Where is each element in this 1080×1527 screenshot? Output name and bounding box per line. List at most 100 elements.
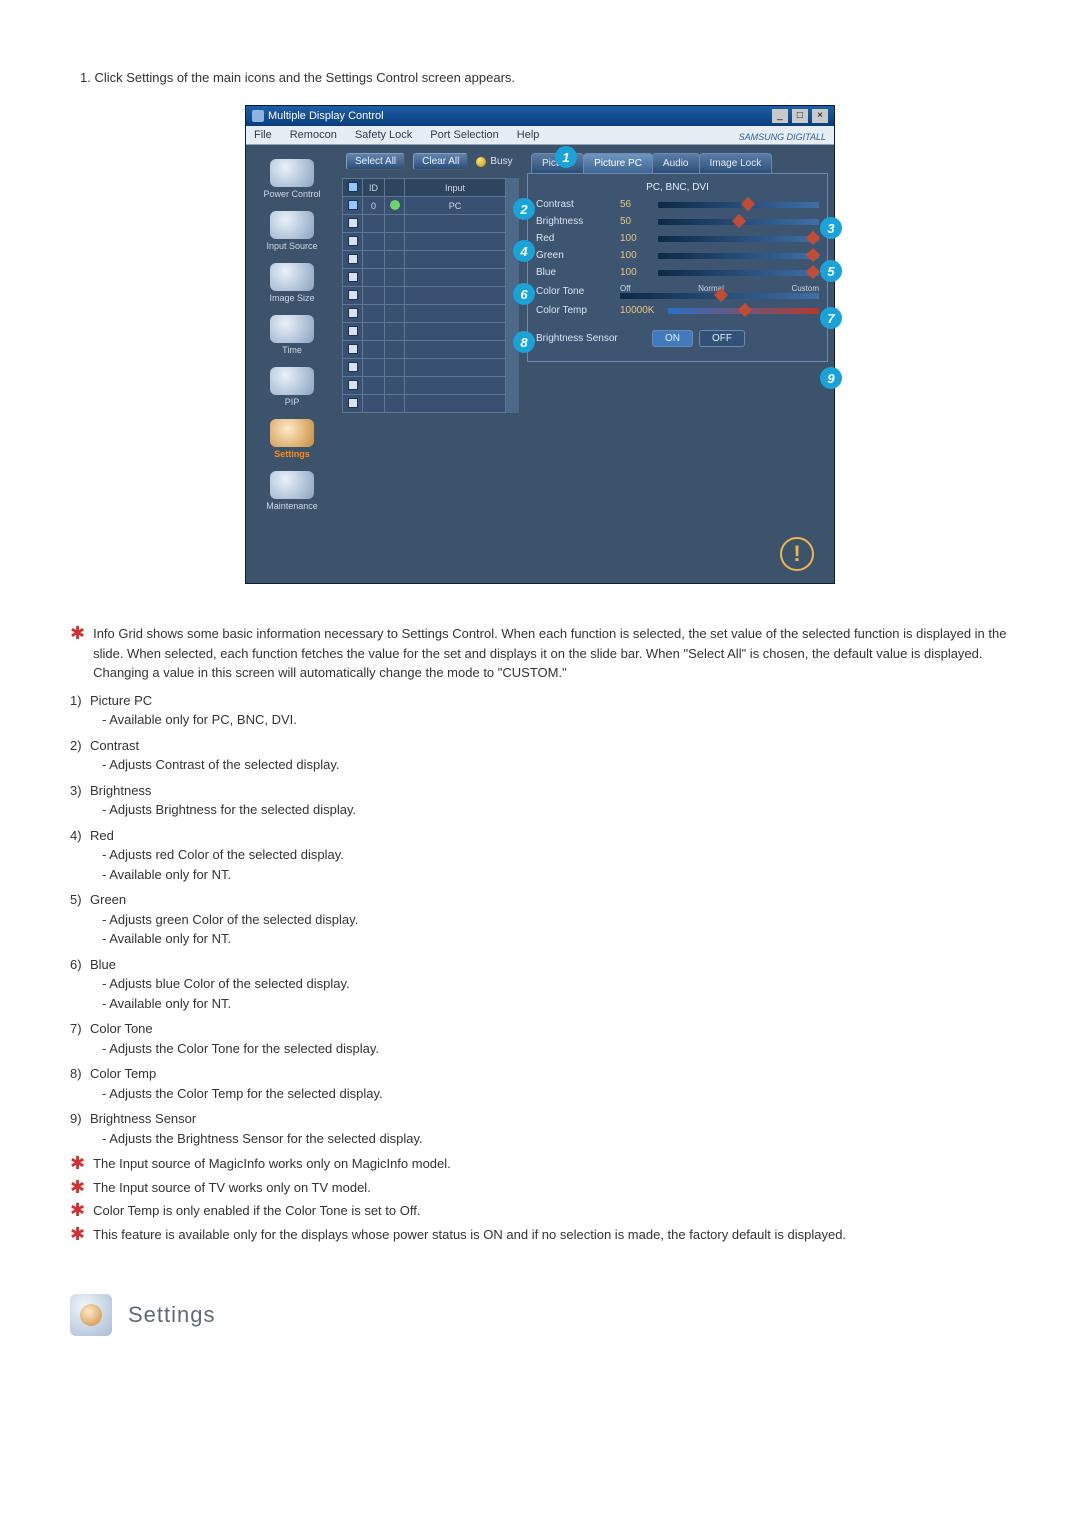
note-star: ✱The Input source of TV works only on TV… <box>70 1178 1010 1198</box>
menu-safety-lock[interactable]: Safety Lock <box>355 129 412 141</box>
row-checkbox[interactable] <box>348 362 358 372</box>
sidebar-item-time[interactable]: Time <box>250 311 334 361</box>
bsensor-label: Brightness Sensor <box>536 333 646 344</box>
panel-subtitle: PC, BNC, DVI <box>536 182 819 193</box>
tone-custom: Custom <box>791 284 819 293</box>
minimize-button[interactable]: _ <box>772 109 788 123</box>
row-checkbox[interactable] <box>348 290 358 300</box>
settings-icon <box>270 419 314 447</box>
table-row[interactable] <box>343 215 506 233</box>
colortemp-slider[interactable] <box>668 308 819 314</box>
red-slider[interactable] <box>658 236 819 242</box>
brand-label: SAMSUNG DIGITALL <box>739 132 826 142</box>
settings-panel: PC, BNC, DVI Contrast 56 Brightness 50 R… <box>527 173 828 362</box>
blue-label: Blue <box>536 267 614 278</box>
contrast-label: Contrast <box>536 199 614 210</box>
close-button[interactable]: × <box>812 109 828 123</box>
row-input: PC <box>405 197 506 215</box>
app-window: Multiple Display Control _ □ × File Remo… <box>245 105 835 584</box>
colortemp-value: 10000K <box>620 305 662 316</box>
notes: ✱ Info Grid shows some basic information… <box>70 624 1010 1244</box>
info-grid: ID Input 0 PC <box>342 178 506 413</box>
tab-audio[interactable]: Audio <box>652 153 700 173</box>
screenshot: Multiple Display Control _ □ × File Remo… <box>70 105 1010 584</box>
callout-5: 5 <box>820 260 842 282</box>
bsensor-off-button[interactable]: OFF <box>699 330 745 347</box>
table-row[interactable] <box>343 233 506 251</box>
row-checkbox[interactable] <box>348 272 358 282</box>
sidebar-item-maintenance[interactable]: Maintenance <box>250 467 334 517</box>
red-value: 100 <box>620 233 652 244</box>
pip-icon <box>270 367 314 395</box>
brightness-row: Brightness 50 <box>536 216 819 227</box>
footer-area: ! <box>246 527 834 583</box>
status-dot-icon <box>390 200 400 210</box>
row-checkbox[interactable] <box>348 326 358 336</box>
time-icon <box>270 315 314 343</box>
intro-step: 1. Click Settings of the main icons and … <box>80 70 1010 85</box>
table-row[interactable] <box>343 269 506 287</box>
bsensor-on-button[interactable]: ON <box>652 330 693 347</box>
row-id: 0 <box>363 197 385 215</box>
table-row[interactable] <box>343 287 506 305</box>
table-row[interactable] <box>343 251 506 269</box>
callout-7: 7 <box>820 307 842 329</box>
row-checkbox[interactable] <box>348 236 358 246</box>
green-slider[interactable] <box>658 253 819 259</box>
table-row[interactable] <box>343 323 506 341</box>
menu-file[interactable]: File <box>254 129 272 141</box>
colortone-row: Color Tone Off Normal Custom <box>536 284 819 299</box>
table-row[interactable] <box>343 395 506 413</box>
sidebar-item-image-size[interactable]: Image Size <box>250 259 334 309</box>
colortemp-label: Color Temp <box>536 305 614 316</box>
row-checkbox[interactable] <box>348 344 358 354</box>
tab-image-lock[interactable]: Image Lock <box>699 153 773 173</box>
brightness-slider[interactable] <box>658 219 819 225</box>
select-all-button[interactable]: Select All <box>346 153 405 170</box>
menu-remocon[interactable]: Remocon <box>290 129 337 141</box>
menu-help[interactable]: Help <box>517 129 540 141</box>
blue-slider[interactable] <box>658 270 819 276</box>
table-row[interactable] <box>343 341 506 359</box>
sidebar-item-settings[interactable]: Settings <box>250 415 334 465</box>
app-body: Power Control Input Source Image Size Ti… <box>246 145 834 527</box>
sidebar-item-pip[interactable]: PIP <box>250 363 334 413</box>
note-star: ✱The Input source of MagicInfo works onl… <box>70 1154 1010 1174</box>
brightness-label: Brightness <box>536 216 614 227</box>
section-title: Settings <box>128 1302 216 1328</box>
feature-list: 1)Picture PC Available only for PC, BNC,… <box>70 691 1010 1149</box>
power-icon <box>270 159 314 187</box>
star-icon: ✱ <box>70 1178 85 1196</box>
red-label: Red <box>536 233 614 244</box>
row-checkbox[interactable] <box>348 380 358 390</box>
clear-all-button[interactable]: Clear All <box>413 153 468 170</box>
col-input: Input <box>405 179 506 197</box>
row-checkbox[interactable] <box>348 200 358 210</box>
table-row[interactable] <box>343 359 506 377</box>
green-value: 100 <box>620 250 652 261</box>
callout-1: 1 <box>555 146 577 168</box>
section-heading: Settings <box>70 1294 1010 1336</box>
table-row[interactable] <box>343 377 506 395</box>
row-checkbox[interactable] <box>348 308 358 318</box>
callout-2: 2 <box>513 198 535 220</box>
note-star: ✱Color Temp is only enabled if the Color… <box>70 1201 1010 1221</box>
window-title: Multiple Display Control <box>268 110 384 122</box>
row-checkbox[interactable] <box>348 398 358 408</box>
contrast-slider[interactable] <box>658 202 819 208</box>
sidebar-item-power-control[interactable]: Power Control <box>250 155 334 205</box>
callout-4: 4 <box>513 240 535 262</box>
row-checkbox[interactable] <box>348 254 358 264</box>
sidebar-item-input-source[interactable]: Input Source <box>250 207 334 257</box>
maximize-button[interactable]: □ <box>792 109 808 123</box>
menu-port-selection[interactable]: Port Selection <box>430 129 498 141</box>
table-row[interactable] <box>343 305 506 323</box>
tone-off: Off <box>620 284 631 293</box>
row-checkbox[interactable] <box>348 218 358 228</box>
col-check[interactable] <box>343 179 363 197</box>
tab-picture-pc[interactable]: Picture PC <box>583 153 653 173</box>
callout-9: 9 <box>820 367 842 389</box>
table-row[interactable]: 0 PC <box>343 197 506 215</box>
colortone-slider[interactable] <box>620 293 819 299</box>
green-label: Green <box>536 250 614 261</box>
